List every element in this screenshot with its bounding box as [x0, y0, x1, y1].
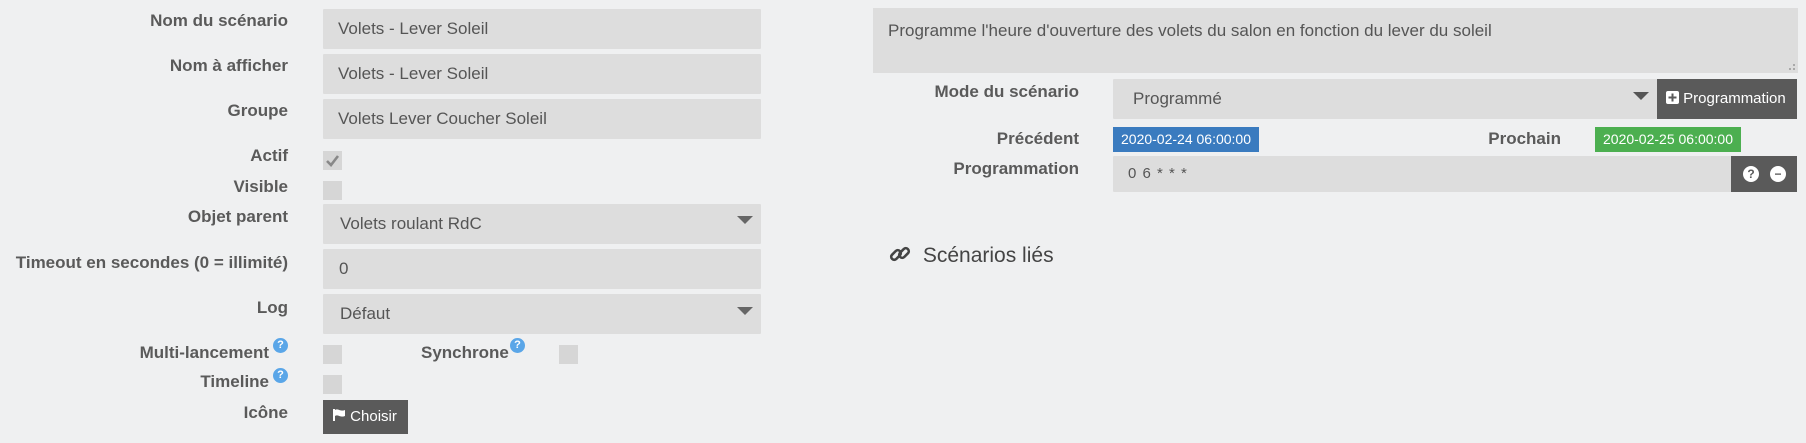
scenario-name-label: Nom du scénario: [150, 11, 288, 30]
next-label: Prochain: [1488, 129, 1561, 148]
help-icon[interactable]: ?: [273, 338, 288, 353]
timeout-label: Timeout en secondes (0 = illimité): [15, 253, 288, 272]
previous-badge: 2020-02-24 06:00:00: [1113, 127, 1259, 152]
linked-scenarios-heading: Scénarios liés: [889, 243, 1054, 268]
resize-handle-icon[interactable]: [1786, 61, 1796, 71]
programmation-button-label: Programmation: [1683, 90, 1786, 107]
group-input[interactable]: Volets Lever Coucher Soleil: [323, 99, 761, 139]
programmation-button[interactable]: Programmation: [1657, 79, 1797, 119]
chevron-down-icon: [1633, 92, 1649, 100]
checkmark-icon: [326, 155, 340, 167]
help-icon[interactable]: ?: [273, 368, 288, 383]
active-label: Actif: [250, 146, 288, 165]
plus-square-icon: [1666, 91, 1679, 104]
mode-select[interactable]: Programmé: [1113, 79, 1657, 119]
icon-label: Icône: [243, 403, 288, 422]
sync-label: Synchrone: [421, 343, 509, 362]
choose-icon-button[interactable]: Choisir: [323, 400, 408, 434]
flag-icon: [333, 409, 345, 421]
parent-object-select[interactable]: Volets roulant RdC: [323, 204, 761, 244]
multi-launch-checkbox[interactable]: [323, 345, 342, 364]
log-label: Log: [256, 298, 288, 317]
parent-object-label: Objet parent: [187, 207, 288, 226]
schedule-label: Programmation: [953, 159, 1079, 178]
help-icon[interactable]: ?: [510, 338, 525, 353]
next-badge: 2020-02-25 06:00:00: [1595, 127, 1741, 152]
question-circle-icon[interactable]: ?: [1743, 166, 1759, 182]
parent-object-value: Volets roulant RdC: [340, 214, 482, 233]
chevron-down-icon: [737, 307, 753, 315]
description-text: Programme l'heure d'ouverture des volets…: [888, 21, 1492, 40]
scenario-name-input[interactable]: Volets - Lever Soleil: [323, 9, 761, 49]
choose-button-label: Choisir: [350, 408, 397, 425]
timeout-input[interactable]: 0: [323, 249, 761, 289]
display-name-input[interactable]: Volets - Lever Soleil: [323, 54, 761, 94]
chevron-down-icon: [737, 216, 753, 224]
visible-label: Visible: [233, 177, 289, 196]
previous-label: Précédent: [996, 129, 1079, 148]
mode-label: Mode du scénario: [934, 82, 1079, 101]
linked-scenarios-title: Scénarios liés: [922, 244, 1054, 267]
multi-launch-label: Multi-lancement: [139, 343, 269, 362]
schedule-value: 0 6 * * *: [1128, 165, 1188, 182]
minus-circle-icon[interactable]: −: [1770, 166, 1786, 182]
description-textarea[interactable]: Programme l'heure d'ouverture des volets…: [873, 8, 1798, 73]
link-icon: [889, 246, 911, 262]
timeline-label: Timeline: [200, 372, 269, 391]
display-name-label: Nom à afficher: [169, 56, 288, 75]
schedule-input[interactable]: 0 6 * * *: [1113, 156, 1732, 192]
log-select[interactable]: Défaut: [323, 294, 761, 334]
visible-checkbox[interactable]: [323, 181, 342, 200]
group-label: Groupe: [227, 101, 288, 120]
sync-checkbox[interactable]: [559, 345, 578, 364]
active-checkbox[interactable]: [323, 151, 342, 170]
log-value: Défaut: [340, 304, 391, 323]
timeline-checkbox[interactable]: [323, 375, 342, 394]
schedule-action-buttons: ? −: [1731, 156, 1797, 192]
mode-value: Programmé: [1133, 89, 1222, 108]
